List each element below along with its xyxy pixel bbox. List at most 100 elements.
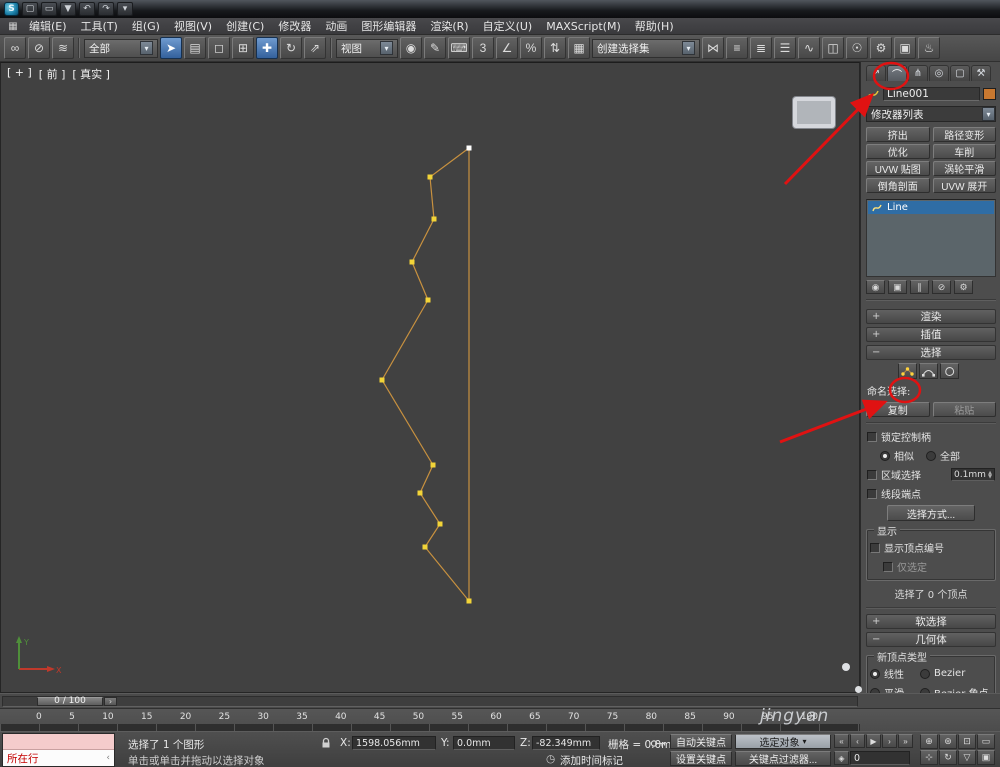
- edit-named-sets-icon[interactable]: ▦: [568, 37, 590, 59]
- reference-coordinate-dropdown[interactable]: 视图 ▾: [336, 38, 398, 58]
- zoom-region-icon[interactable]: ▭: [977, 734, 995, 749]
- linear-radio[interactable]: [870, 668, 880, 679]
- field-of-view-icon[interactable]: ▽: [958, 750, 976, 765]
- tab-motion[interactable]: ◎: [929, 65, 949, 81]
- workspace-icon[interactable]: ▦: [4, 21, 22, 32]
- selection-filter-dropdown[interactable]: 全部 ▾: [84, 38, 158, 58]
- modifier-button-3[interactable]: 车削: [932, 144, 996, 159]
- render-setup-icon[interactable]: ⚙: [870, 37, 892, 59]
- workspace-dropdown-icon[interactable]: ▾: [117, 2, 133, 16]
- menu-item-9[interactable]: 自定义(U): [476, 18, 540, 34]
- all-radio[interactable]: [926, 450, 936, 461]
- copy-button[interactable]: 复制: [866, 402, 930, 417]
- menu-item-7[interactable]: 图形编辑器: [354, 18, 423, 34]
- tab-modify[interactable]: ⌒: [887, 65, 907, 81]
- make-unique-icon[interactable]: ∥: [910, 280, 929, 294]
- select-and-rotate-icon[interactable]: ↻: [280, 37, 302, 59]
- key-mode-toggle[interactable]: ◈: [834, 751, 849, 765]
- modifier-button-0[interactable]: 挤出: [866, 127, 930, 142]
- keyboard-override-icon[interactable]: ⌨: [448, 37, 470, 59]
- pan-icon[interactable]: ⊹: [920, 750, 938, 765]
- rollout-selection[interactable]: − 选择: [866, 345, 996, 360]
- next-frame-icon[interactable]: ›: [882, 734, 897, 748]
- viewport-menu-shading[interactable]: [ 真实 ]: [72, 66, 110, 82]
- modifier-stack[interactable]: Line: [866, 199, 996, 277]
- configure-modifier-sets-icon[interactable]: ⚙: [954, 280, 973, 294]
- modifier-button-7[interactable]: UVW 展开: [932, 178, 996, 193]
- viewport-front[interactable]: [ + ] [ 前 ] [ 真实 ] X Y: [0, 62, 860, 693]
- tab-create[interactable]: ↗: [866, 65, 886, 81]
- graphite-ribbon-icon[interactable]: ☰: [774, 37, 796, 59]
- material-editor-icon[interactable]: ☉: [846, 37, 868, 59]
- area-selection-checkbox[interactable]: [867, 469, 877, 480]
- modifier-button-2[interactable]: 优化: [866, 144, 930, 159]
- curve-editor-icon[interactable]: ∿: [798, 37, 820, 59]
- set-key-button[interactable]: 设置关键点: [670, 751, 732, 766]
- modifier-button-6[interactable]: 倒角剖面: [866, 178, 930, 193]
- select-and-link-icon[interactable]: ∞: [4, 37, 26, 59]
- spinner-arrows-icon[interactable]: ▲ ▼: [988, 470, 992, 479]
- object-name-field[interactable]: [883, 87, 980, 101]
- lock-handles-checkbox[interactable]: [867, 431, 877, 442]
- unlink-selection-icon[interactable]: ⊘: [28, 37, 50, 59]
- key-filters-button[interactable]: 关键点过滤器...: [735, 751, 831, 766]
- new-scene-icon[interactable]: ▢: [22, 2, 38, 16]
- listener-scroll-icon[interactable]: ‹: [106, 753, 110, 763]
- pin-stack-icon[interactable]: ◉: [866, 280, 885, 294]
- schematic-view-icon[interactable]: ◫: [822, 37, 844, 59]
- viewport-menu-view[interactable]: [ 前 ]: [39, 66, 66, 82]
- segment-subobject-button[interactable]: [919, 363, 938, 379]
- play-icon[interactable]: ▶: [866, 734, 881, 748]
- zoom-icon[interactable]: ⊕: [920, 734, 938, 749]
- zoom-all-icon[interactable]: ⊛: [939, 734, 957, 749]
- menu-item-8[interactable]: 渲染(R): [423, 18, 475, 34]
- menu-item-5[interactable]: 修改器: [271, 18, 318, 34]
- show-end-result-icon[interactable]: ▣: [888, 280, 907, 294]
- select-and-manipulate-icon[interactable]: ✎: [424, 37, 446, 59]
- select-and-scale-icon[interactable]: ⇗: [304, 37, 326, 59]
- z-coordinate-field[interactable]: [532, 736, 600, 750]
- snaps-toggle-icon[interactable]: 3: [472, 37, 494, 59]
- named-selection-sets-dropdown[interactable]: 创建选择集 ▾: [592, 38, 700, 58]
- menu-item-2[interactable]: 组(G): [125, 18, 167, 34]
- percent-snap-icon[interactable]: %: [520, 37, 542, 59]
- object-color-swatch[interactable]: [983, 88, 996, 100]
- menu-item-3[interactable]: 视图(V): [167, 18, 219, 34]
- x-coordinate-field[interactable]: [352, 736, 436, 750]
- select-by-button[interactable]: 选择方式...: [887, 505, 975, 521]
- rollout-interpolation[interactable]: + 插值: [866, 327, 996, 342]
- selected-only-checkbox[interactable]: [883, 561, 893, 572]
- select-object-icon[interactable]: ➤: [160, 37, 182, 59]
- spinner-snap-icon[interactable]: ⇅: [544, 37, 566, 59]
- current-frame-field[interactable]: [850, 751, 910, 765]
- set-key-icon[interactable]: [650, 738, 667, 749]
- menu-item-4[interactable]: 创建(C): [219, 18, 271, 34]
- menu-item-0[interactable]: 编辑(E): [22, 18, 74, 34]
- angle-snap-icon[interactable]: ∠: [496, 37, 518, 59]
- similar-radio[interactable]: [880, 450, 890, 461]
- listener-script-row[interactable]: 所在行 ‹: [3, 750, 114, 766]
- select-by-name-icon[interactable]: ▤: [184, 37, 206, 59]
- menu-item-6[interactable]: 动画: [318, 18, 354, 34]
- bind-to-space-warp-icon[interactable]: ≋: [52, 37, 74, 59]
- modifier-button-1[interactable]: 路径变形: [932, 127, 996, 142]
- rendered-frame-icon[interactable]: ▣: [894, 37, 916, 59]
- next-frame-nub[interactable]: ›: [104, 697, 117, 706]
- segment-end-checkbox[interactable]: [867, 488, 877, 499]
- bezier-corner-radio[interactable]: [920, 687, 930, 693]
- orbit-icon[interactable]: ↻: [939, 750, 957, 765]
- 3dsmax-logo-icon[interactable]: S: [4, 2, 19, 16]
- layer-manager-icon[interactable]: ≣: [750, 37, 772, 59]
- go-to-start-icon[interactable]: «: [834, 734, 849, 748]
- auto-key-button[interactable]: 自动关键点: [670, 734, 732, 749]
- menu-item-10[interactable]: MAXScript(M): [539, 18, 628, 34]
- track-bar[interactable]: 0 5 10 15 20 25 30 35 40 45 50 55 60 65 70 75 80 85 90 95 10…: [0, 708, 1000, 731]
- time-slider-handle[interactable]: 0 / 100: [37, 697, 103, 706]
- rollout-rendering[interactable]: + 渲染: [866, 309, 996, 324]
- area-threshold-spinner[interactable]: 0.1mm ▲ ▼: [951, 468, 995, 481]
- menu-item-1[interactable]: 工具(T): [74, 18, 125, 34]
- smooth-radio[interactable]: [870, 687, 880, 693]
- redo-icon[interactable]: ↷: [98, 2, 114, 16]
- maxscript-mini-listener[interactable]: 所在行 ‹: [2, 733, 115, 767]
- modifier-list-dropdown[interactable]: 修改器列表 ▾: [866, 106, 996, 122]
